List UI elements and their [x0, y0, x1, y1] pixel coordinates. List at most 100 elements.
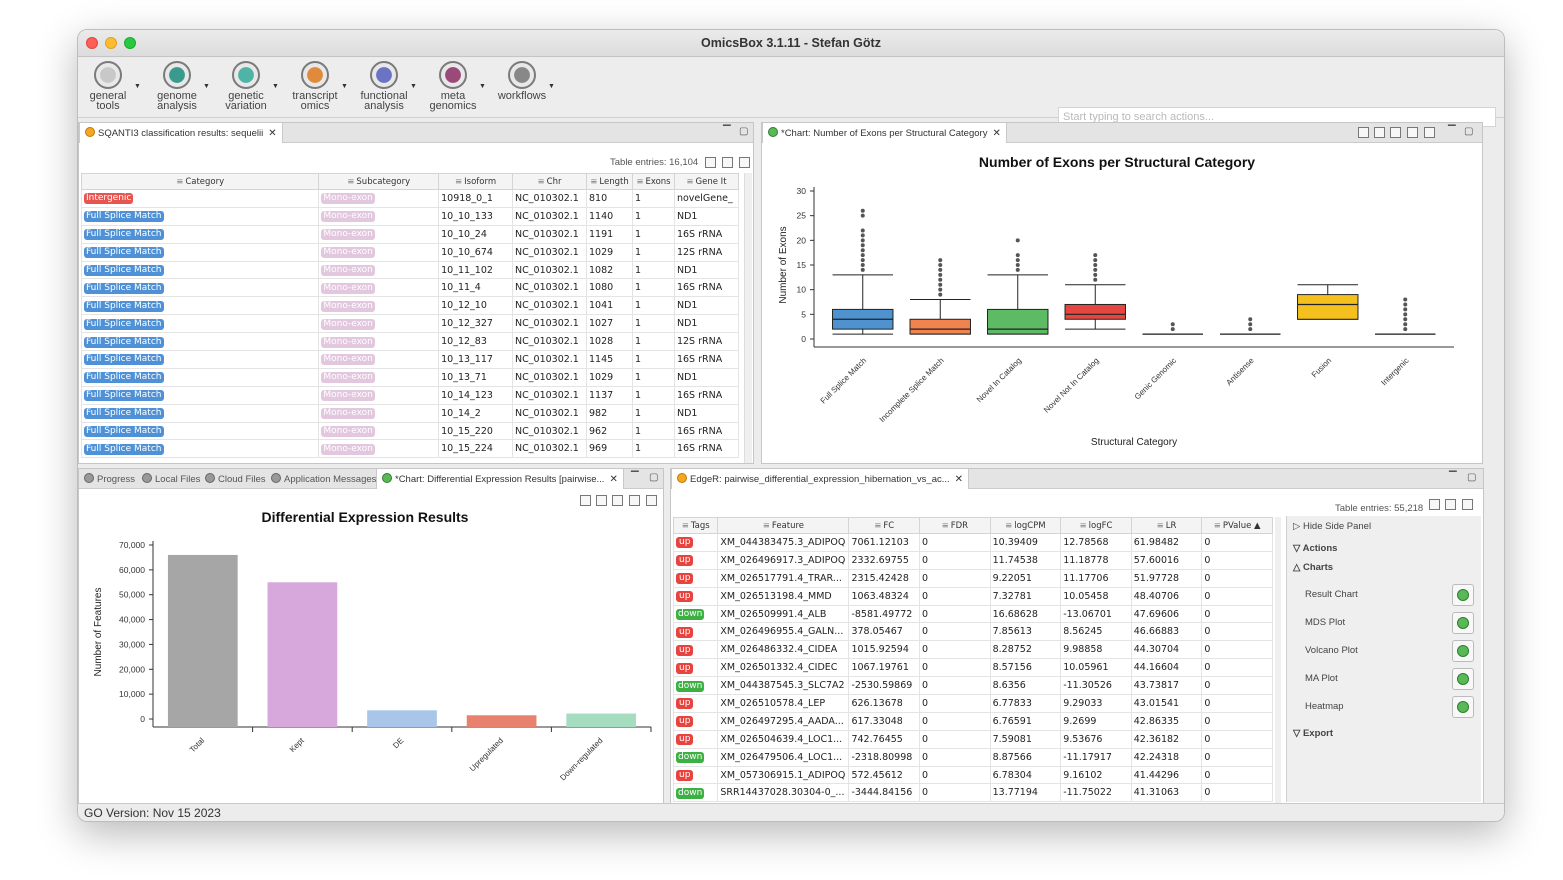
table-row[interactable]: up XM_026517791.4_TRAR... 2315.42428 0 9.220… [672, 568, 1273, 588]
table-row[interactable]: Full Splice Match Mono-exon 10_12_83 NC_010… [80, 332, 740, 352]
side-chart-item[interactable]: Volcano Plot [1305, 645, 1358, 656]
tab-edger[interactable]: EdgeR: pairwise_differential_expression_… [671, 469, 970, 489]
table-row[interactable]: Full Splice Match Mono-exon 10_10_133 NC_01… [80, 206, 740, 226]
maximize-icon[interactable]: ▢ [1464, 126, 1473, 137]
export-xls-icon[interactable] [612, 495, 623, 506]
bottom-tab-0[interactable]: Progress [79, 469, 140, 489]
bottom-tab-3[interactable]: Application Messages [266, 469, 381, 489]
column-header[interactable]: ≡ Exons [631, 173, 675, 190]
run-chart-button[interactable] [1452, 668, 1474, 690]
toolbar-item-1[interactable]: genome analysis ▼ [147, 61, 210, 112]
charts-section[interactable]: △ Charts [1293, 562, 1333, 573]
dropdown-arrow-icon[interactable]: ▼ [341, 83, 348, 90]
save-as-icon[interactable] [646, 495, 657, 506]
column-header[interactable]: ≡ FC [848, 517, 921, 534]
export-pdf-icon[interactable] [596, 495, 607, 506]
table-row[interactable]: down XM_026509991.4_ALB -8581.49772 0 16.686… [672, 604, 1273, 624]
export-icon[interactable] [1445, 499, 1456, 510]
dropdown-arrow-icon[interactable]: ▼ [203, 83, 210, 90]
column-header[interactable]: ≡ Isoform [438, 173, 514, 190]
table-row[interactable]: Full Splice Match Mono-exon 10_13_71 NC_010… [80, 367, 740, 387]
filter-clear-icon[interactable] [705, 157, 716, 168]
save-icon[interactable] [1407, 127, 1418, 138]
column-header[interactable]: ≡ Tags [672, 517, 719, 534]
minimize-icon[interactable]: ▔ [723, 126, 731, 137]
dropdown-arrow-icon[interactable]: ▼ [272, 83, 279, 90]
save-icon[interactable] [629, 495, 640, 506]
column-header[interactable]: ≡ PValue ▲ [1201, 517, 1273, 534]
vertical-scrollbar[interactable] [1275, 517, 1281, 803]
toolbar-item-0[interactable]: general tools ▼ [78, 61, 141, 112]
table-row[interactable]: up XM_026513198.4_MMD 1063.48324 0 7.32781 10… [672, 586, 1273, 606]
run-chart-button[interactable] [1452, 584, 1474, 606]
table-row[interactable]: down XM_044387545.3_SLC7A2 -2530.59869 0 8.6… [672, 676, 1273, 696]
run-chart-button[interactable] [1452, 612, 1474, 634]
save-as-icon[interactable] [1424, 127, 1435, 138]
column-header[interactable]: ≡ Feature [717, 517, 850, 534]
table-row[interactable]: Full Splice Match Mono-exon 10_13_117 NC_01… [80, 350, 740, 369]
table-row[interactable]: Full Splice Match Mono-exon 10_11_102 NC_01… [80, 260, 740, 280]
maximize-icon[interactable]: ▢ [1467, 472, 1476, 483]
table-row[interactable]: up XM_026486332.4_CIDEA 1015.92594 0 8.28752… [672, 640, 1273, 660]
vertical-scrollbar[interactable] [744, 173, 752, 463]
run-chart-button[interactable] [1452, 640, 1474, 662]
run-chart-button[interactable] [1452, 696, 1474, 718]
toolbar-item-2[interactable]: genetic variation ▼ [216, 61, 279, 112]
minimize-icon[interactable]: ▔ [1449, 472, 1457, 483]
minimize-icon[interactable]: ▔ [631, 472, 639, 483]
table-row[interactable]: Full Splice Match Mono-exon 10_10_674 NC_01… [80, 242, 740, 262]
close-tab-icon[interactable]: ✕ [992, 128, 1000, 139]
table-row[interactable]: Full Splice Match Mono-exon 10_14_2 NC_0103… [80, 403, 740, 423]
dropdown-arrow-icon[interactable]: ▼ [479, 83, 486, 90]
column-header[interactable]: ≡ Length [586, 173, 633, 190]
tab-sqanti[interactable]: SQANTI3 classification results: sequelii… [79, 123, 283, 143]
table-row[interactable]: Full Splice Match Mono-exon 10_15_224 NC_01… [80, 439, 740, 459]
column-header[interactable]: ≡ FDR [919, 517, 991, 534]
table-row[interactable]: Full Splice Match Mono-exon 10_14_123 NC_01… [80, 385, 740, 405]
table-row[interactable]: Intergenic Mono-exon 10918_0_1 NC_010302.1 8… [80, 189, 740, 208]
export-txt-icon[interactable] [1358, 127, 1369, 138]
column-header[interactable]: ≡ Subcategory [318, 173, 440, 190]
column-header[interactable]: ≡ Chr [512, 173, 587, 190]
table-row[interactable]: up XM_057306915.1_ADIPOQ 572.45612 0 6.78304… [672, 765, 1273, 785]
toolbar-item-5[interactable]: meta genomics ▼ [423, 61, 486, 112]
toolbar-item-4[interactable]: functional analysis ▼ [354, 61, 417, 112]
table-row[interactable]: up XM_026510578.4_LEP 626.13678 0 6.77833 9.2… [672, 694, 1273, 713]
close-tab-icon[interactable]: ✕ [955, 474, 963, 485]
dropdown-arrow-icon[interactable]: ▼ [548, 83, 555, 90]
toolbar-item-6[interactable]: workflows ▼ [492, 61, 555, 102]
close-tab-icon[interactable]: ✕ [268, 128, 276, 139]
side-chart-item[interactable]: MDS Plot [1305, 617, 1345, 628]
table-row[interactable]: Full Splice Match Mono-exon 10_10_24 NC_010… [80, 224, 740, 244]
column-header[interactable]: ≡ Category [80, 173, 320, 190]
maximize-icon[interactable]: ▢ [649, 472, 658, 483]
export-xls-icon[interactable] [1390, 127, 1401, 138]
filter-clear-icon[interactable] [1429, 499, 1440, 510]
column-header[interactable]: ≡ logCPM [989, 517, 1062, 534]
hide-side-panel[interactable]: ▷ Hide Side Panel [1293, 521, 1371, 532]
save-icon[interactable] [1462, 499, 1473, 510]
tab-exons-chart[interactable]: *Chart: Number of Exons per Structural C… [762, 123, 1007, 143]
maximize-icon[interactable]: ▢ [739, 126, 748, 137]
dropdown-arrow-icon[interactable]: ▼ [410, 83, 417, 90]
bottom-tab-4[interactable]: *Chart: Differential Expression Results … [376, 469, 624, 489]
table-row[interactable]: Full Splice Match Mono-exon 10_12_327 NC_01… [80, 314, 740, 334]
dropdown-arrow-icon[interactable]: ▼ [134, 83, 141, 90]
table-row[interactable]: up XM_026497295.4_AADA... 617.33048 0 6.7659… [672, 711, 1273, 731]
export-icon[interactable] [722, 157, 733, 168]
save-icon[interactable] [739, 157, 750, 168]
toolbar-item-3[interactable]: transcript omics ▼ [285, 61, 348, 112]
close-tab-icon[interactable]: ✕ [609, 474, 617, 485]
table-row[interactable]: Full Splice Match Mono-exon 10_12_10 NC_010… [80, 296, 740, 316]
side-chart-item[interactable]: Heatmap [1305, 701, 1344, 712]
side-chart-item[interactable]: Result Chart [1305, 589, 1358, 600]
table-row[interactable]: up XM_026496917.3_ADIPOQ 2332.69755 0 11.745… [672, 550, 1273, 570]
column-header[interactable]: ≡ Gene It [673, 173, 740, 190]
table-row[interactable]: up XM_026501332.4_CIDEC 1067.19761 0 8.57156… [672, 658, 1273, 678]
actions-section[interactable]: ▽ Actions [1293, 543, 1337, 554]
export-pdf-icon[interactable] [1374, 127, 1385, 138]
table-row[interactable]: up XM_026504639.4_LOC1... 742.76455 0 7.5908… [672, 729, 1273, 749]
table-row[interactable]: down XM_026479506.4_LOC1... -2318.80998 0 8.… [672, 747, 1273, 767]
column-header[interactable]: ≡ logFC [1060, 517, 1132, 534]
export-section[interactable]: ▽ Export [1293, 728, 1333, 739]
